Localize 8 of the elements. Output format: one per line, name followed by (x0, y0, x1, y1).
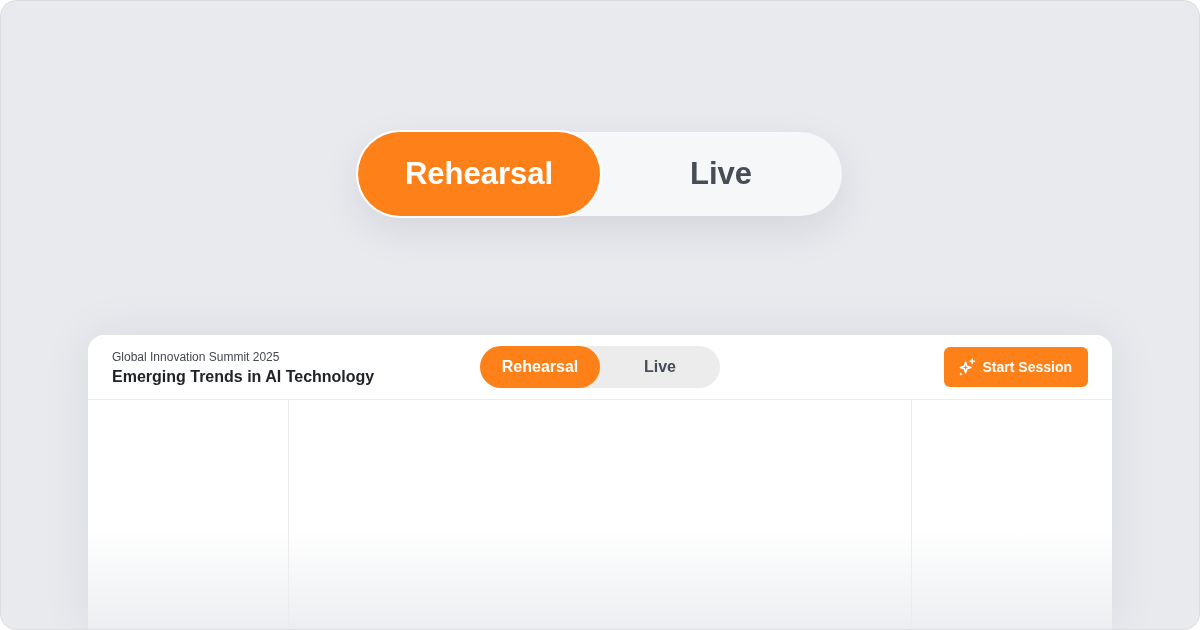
mode-option[interactable]: Live (600, 346, 720, 388)
event-name: Global Innovation Summit 2025 (112, 350, 281, 364)
mode-option[interactable]: Rehearsal (358, 132, 600, 216)
start-session-button[interactable]: Start Session (943, 347, 1088, 387)
sparkle-icon (957, 357, 977, 377)
mode-option[interactable]: Live (600, 132, 842, 216)
mode-option[interactable]: Rehearsal (480, 346, 600, 388)
session-title: Emerging Trends in AI Technology (112, 368, 376, 386)
